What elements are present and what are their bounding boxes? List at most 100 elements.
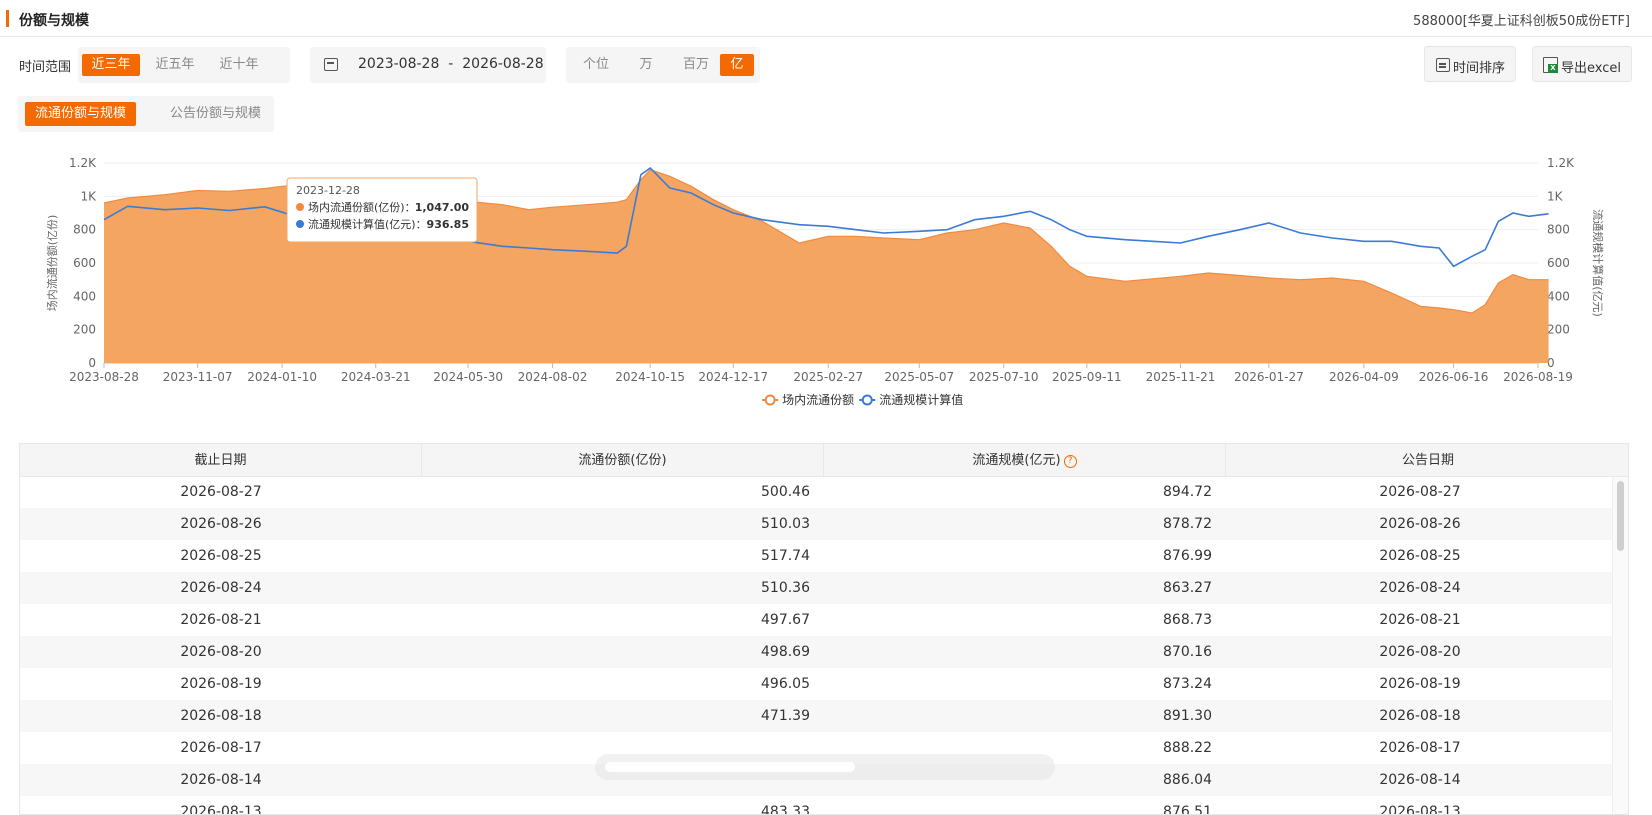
table-header: 截止日期 流通份额(亿份) 流通规模(亿元)? 公告日期 xyxy=(20,444,1628,477)
sort-by-time-button[interactable]: 时间排序 xyxy=(1424,46,1516,82)
x-tick-label: 2024-01-10 xyxy=(247,370,317,384)
col-header-shares[interactable]: 流通份额(亿份) xyxy=(422,444,824,477)
cell-shares: 498.69 xyxy=(761,644,810,660)
vertical-scrollbar[interactable] xyxy=(1612,477,1628,814)
cell-announce-date: 2026-08-14 xyxy=(1379,772,1461,788)
table-row[interactable]: 2026-08-21 497.67 868.73 2026-08-21 xyxy=(20,604,1614,636)
cell-shares: 510.36 xyxy=(761,580,810,596)
x-tick-label: 2024-10-15 xyxy=(615,370,685,384)
x-tick-label: 2024-12-17 xyxy=(698,370,768,384)
col-header-date[interactable]: 截止日期 xyxy=(20,444,422,477)
unit-million-button[interactable]: 百万 xyxy=(674,54,718,76)
legend-label: 流通规模计算值 xyxy=(879,392,963,407)
export-excel-button[interactable]: X 导出excel xyxy=(1532,46,1632,82)
range-5y-button[interactable]: 近五年 xyxy=(146,54,204,76)
cell-date: 2026-08-24 xyxy=(180,580,262,596)
table-row[interactable]: 2026-08-24 510.36 863.27 2026-08-24 xyxy=(20,572,1614,604)
cell-shares: 497.67 xyxy=(761,612,810,628)
cell-scale: 873.24 xyxy=(1163,676,1212,692)
cell-scale: 891.30 xyxy=(1163,708,1212,724)
date-range-picker[interactable]: 2023-08-28 - 2026-08-28 xyxy=(310,47,546,83)
cell-date: 2026-08-26 xyxy=(180,516,262,532)
cell-shares: 517.74 xyxy=(761,548,810,564)
tab-announced[interactable]: 公告份额与规模 xyxy=(160,102,271,126)
cell-scale: 878.72 xyxy=(1163,516,1212,532)
tooltip-marker xyxy=(296,203,304,211)
sort-icon xyxy=(1436,58,1450,72)
table-row[interactable]: 2026-08-13 483.33 876.51 2026-08-13 xyxy=(20,796,1614,815)
tooltip-date: 2023-12-28 xyxy=(296,184,360,197)
time-range-label: 时间范围 xyxy=(19,60,72,75)
y-tick-left: 1.2K xyxy=(69,156,97,170)
y-axis-label-left: 场内流通份额(亿份) xyxy=(45,215,59,312)
cell-announce-date: 2026-08-19 xyxy=(1379,676,1461,692)
table-row[interactable]: 2026-08-20 498.69 870.16 2026-08-20 xyxy=(20,636,1614,668)
cell-scale: 894.72 xyxy=(1163,484,1212,500)
range-10y-button[interactable]: 近十年 xyxy=(210,54,268,76)
accent-bar xyxy=(6,10,9,27)
tooltip-marker xyxy=(296,220,304,228)
scroll-overlay-thumb[interactable] xyxy=(605,762,855,772)
help-icon[interactable]: ? xyxy=(1063,455,1077,468)
tooltip-label: 流通规模计算值(亿元)： xyxy=(308,217,427,231)
x-tick-label: 2025-07-10 xyxy=(969,370,1039,384)
unit-yi-button[interactable]: 亿 xyxy=(720,54,754,76)
date-range-text: 2023-08-28 - 2026-08-28 xyxy=(358,56,544,72)
cell-announce-date: 2026-08-24 xyxy=(1379,580,1461,596)
y-axis-label-right: 流通规模计算值(亿元) xyxy=(1591,209,1605,317)
tooltip-value: 936.85 xyxy=(427,218,469,231)
cell-date: 2026-08-14 xyxy=(180,772,262,788)
x-tick-label: 2026-04-09 xyxy=(1329,370,1399,384)
range-3y-button[interactable]: 近三年 xyxy=(82,54,140,76)
cell-announce-date: 2026-08-21 xyxy=(1379,612,1461,628)
x-tick-label: 2025-09-11 xyxy=(1052,370,1122,384)
cell-announce-date: 2026-08-20 xyxy=(1379,644,1461,660)
cell-shares: 500.46 xyxy=(761,484,810,500)
col-header-announce-date[interactable]: 公告日期 xyxy=(1226,444,1628,477)
table-row[interactable]: 2026-08-26 510.03 878.72 2026-08-26 xyxy=(20,508,1614,540)
y-tick-right: 1.2K xyxy=(1547,156,1575,170)
horizontal-scroll-overlay[interactable] xyxy=(595,754,1055,780)
x-tick-label: 2023-11-07 xyxy=(163,370,233,384)
fund-name: 588000[华夏上证科创板50成份ETF] xyxy=(1413,14,1630,29)
cell-scale: 863.27 xyxy=(1163,580,1212,596)
col-header-scale[interactable]: 流通规模(亿元)? xyxy=(824,444,1226,477)
table-row[interactable]: 2026-08-25 517.74 876.99 2026-08-25 xyxy=(20,540,1614,572)
x-tick-label: 2026-08-19 xyxy=(1503,370,1573,384)
table-row[interactable]: 2026-08-18 471.39 891.30 2026-08-18 xyxy=(20,700,1614,732)
y-tick-left: 1K xyxy=(80,189,97,203)
unit-wan-button[interactable]: 万 xyxy=(624,54,668,76)
sub-tabs: 流通份额与规模 公告份额与规模 xyxy=(18,96,274,132)
panel-header: 份额与规模 588000[华夏上证科创板50成份ETF] xyxy=(0,0,1652,37)
legend-marker[interactable] xyxy=(764,394,776,406)
y-tick-left: 200 xyxy=(73,323,96,337)
cell-announce-date: 2026-08-17 xyxy=(1379,740,1461,756)
tooltip-value: 1,047.00 xyxy=(415,201,470,214)
unit-ones-button[interactable]: 个位 xyxy=(574,54,618,76)
x-tick-label: 2024-03-21 xyxy=(341,370,411,384)
y-tick-right: 200 xyxy=(1547,323,1570,337)
cell-announce-date: 2026-08-18 xyxy=(1379,708,1461,724)
x-tick-label: 2024-08-02 xyxy=(518,370,588,384)
tab-circulating[interactable]: 流通份额与规模 xyxy=(25,102,137,126)
panel-title: 份额与规模 xyxy=(19,13,89,29)
cell-announce-date: 2026-08-26 xyxy=(1379,516,1461,532)
table-row[interactable]: 2026-08-27 500.46 894.72 2026-08-27 xyxy=(20,476,1614,508)
calendar-icon xyxy=(324,58,338,71)
cell-date: 2026-08-17 xyxy=(180,740,262,756)
x-tick-label: 2025-05-07 xyxy=(884,370,954,384)
scrollbar-thumb[interactable] xyxy=(1617,481,1624,551)
cell-announce-date: 2026-08-13 xyxy=(1379,804,1461,815)
cell-date: 2026-08-19 xyxy=(180,676,262,692)
tooltip-label: 场内流通份额(亿份)： xyxy=(308,200,416,214)
cell-date: 2026-08-21 xyxy=(180,612,262,628)
y-tick-right: 800 xyxy=(1547,223,1570,237)
share-scale-chart[interactable]: 0 0200 200400 400600 600800 8001K 1K1.2K 1.2K20… xyxy=(0,145,1652,435)
y-tick-left: 400 xyxy=(73,289,96,303)
cell-shares: 471.39 xyxy=(761,708,810,724)
x-tick-label: 2025-11-21 xyxy=(1146,370,1216,384)
table-row[interactable]: 2026-08-19 496.05 873.24 2026-08-19 xyxy=(20,668,1614,700)
cell-date: 2026-08-18 xyxy=(180,708,262,724)
legend-marker[interactable] xyxy=(861,394,873,406)
x-tick-label: 2026-06-16 xyxy=(1419,370,1489,384)
